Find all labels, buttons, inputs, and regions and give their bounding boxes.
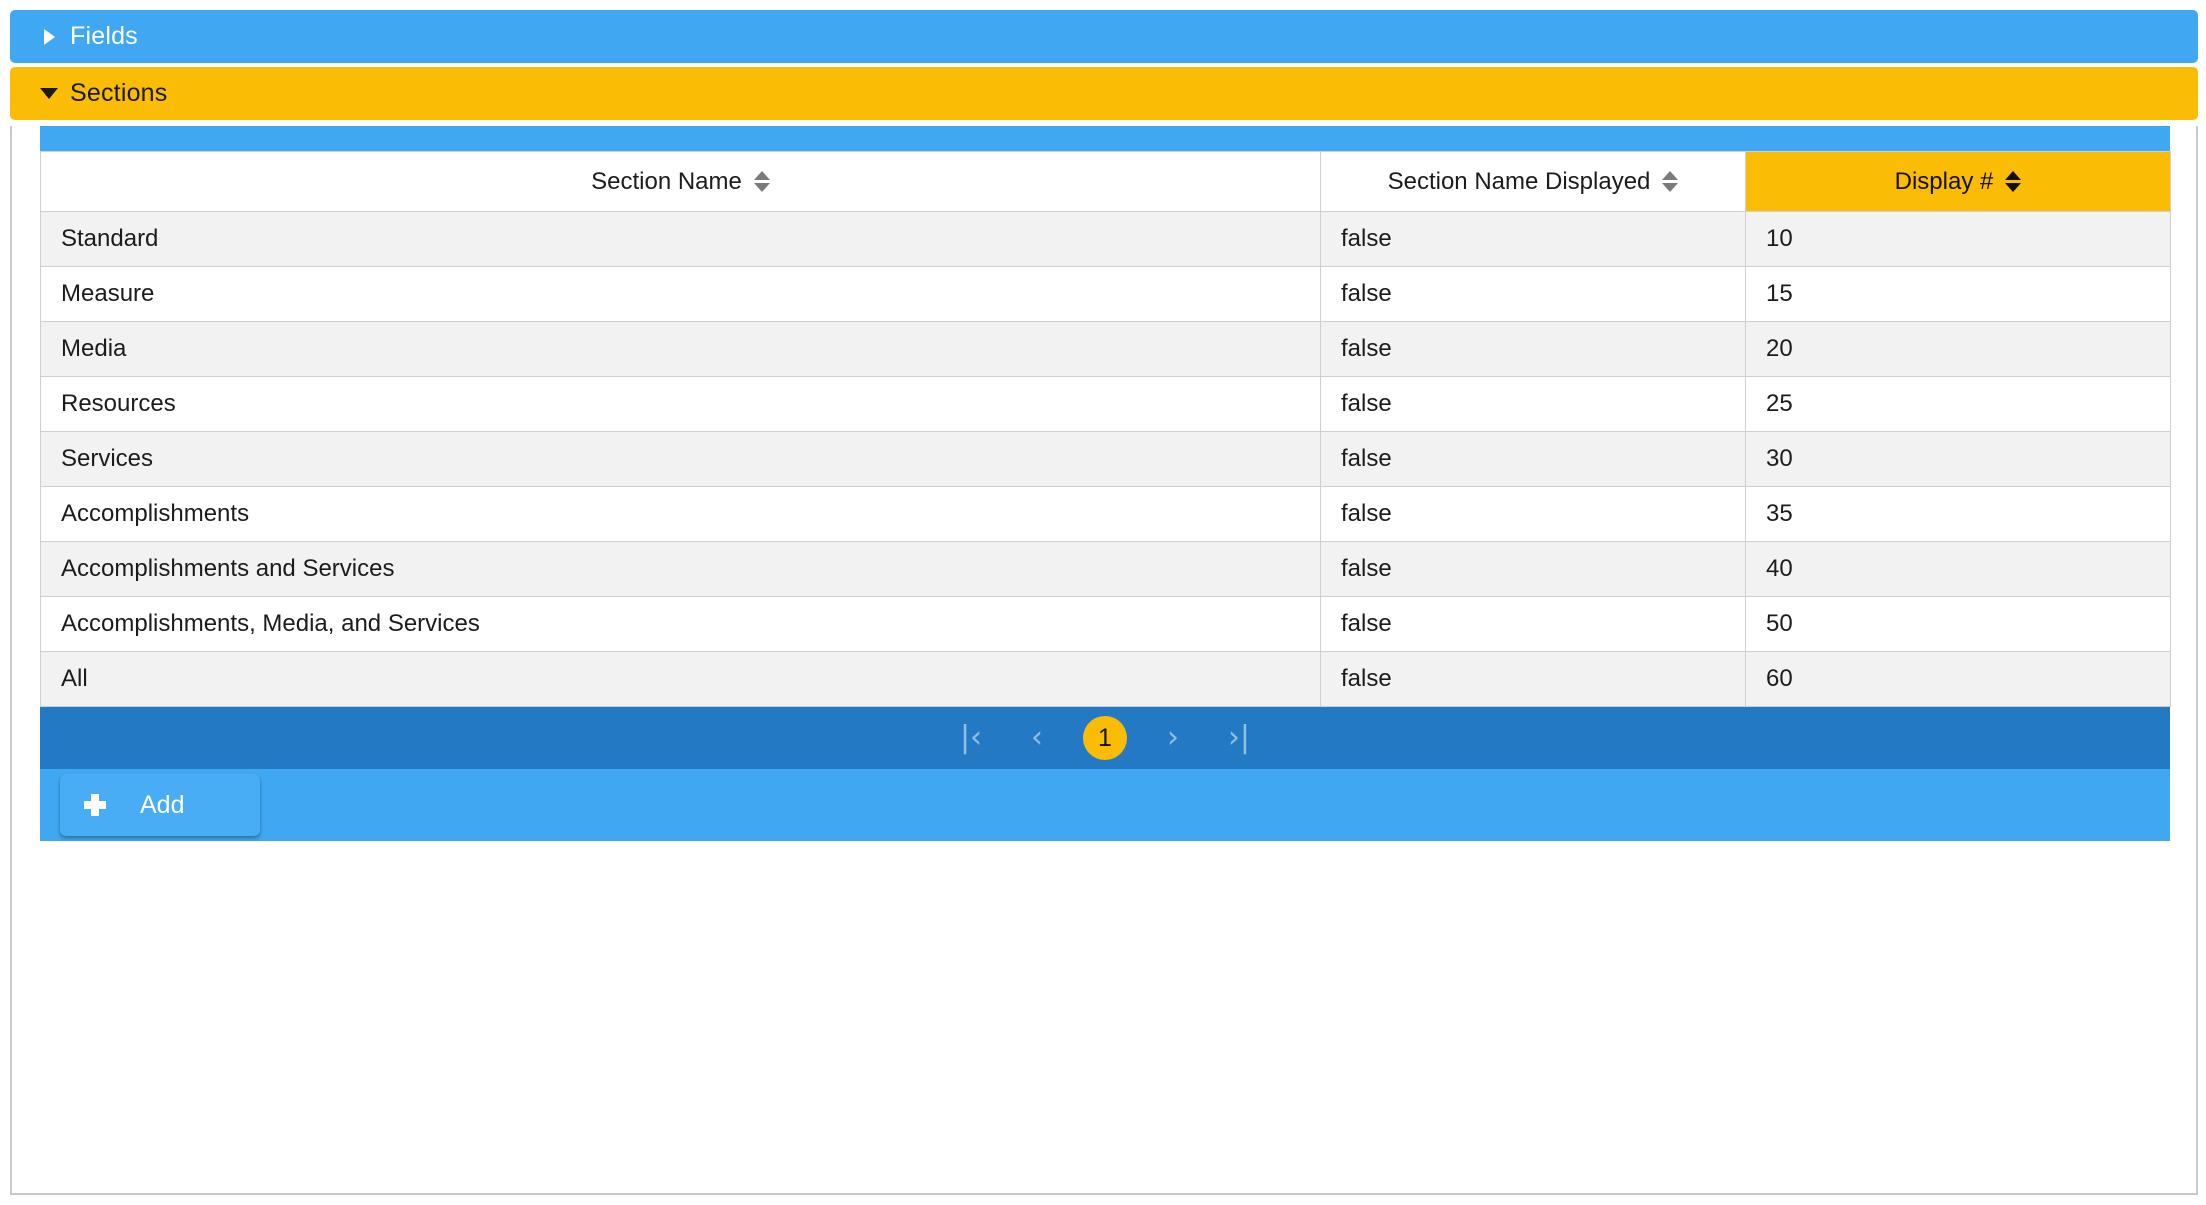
- cell-display-number: 30: [1745, 431, 2171, 487]
- table-row[interactable]: Accomplishments, Media, and Services fals…: [40, 596, 2171, 652]
- cell-display-number: 35: [1745, 486, 2171, 542]
- sort-updown-icon[interactable]: [753, 171, 770, 192]
- pagination-page-1[interactable]: 1: [1083, 716, 1127, 760]
- table-row[interactable]: Standard false 10: [40, 211, 2171, 267]
- sort-updown-icon[interactable]: [2005, 171, 2022, 192]
- accordion-header-fields[interactable]: Fields: [10, 10, 2198, 63]
- table-head: Section Name Section Name Displayed Disp…: [40, 151, 2171, 212]
- column-header-display-number[interactable]: Display #: [1745, 151, 2171, 212]
- accordion-label-sections: Sections: [70, 79, 168, 107]
- cell-section-name: All: [40, 651, 1321, 707]
- column-header-section-name-displayed[interactable]: Section Name Displayed: [1320, 151, 1746, 212]
- chevron-right-icon: [38, 28, 60, 45]
- pagination-last-button[interactable]: ›|: [1219, 718, 1259, 758]
- cell-section-name-displayed: false: [1320, 321, 1746, 377]
- column-header-label: Section Name: [591, 167, 742, 195]
- cell-display-number: 15: [1745, 266, 2171, 322]
- pagination-prev-button[interactable]: ‹: [1017, 718, 1057, 758]
- cell-section-name-displayed: false: [1320, 541, 1746, 597]
- cell-display-number: 20: [1745, 321, 2171, 377]
- cell-section-name-displayed: false: [1320, 651, 1746, 707]
- cell-section-name-displayed: false: [1320, 266, 1746, 322]
- cell-section-name: Standard: [40, 211, 1321, 267]
- table-row[interactable]: Resources false 25: [40, 376, 2171, 432]
- plus-icon: [84, 794, 106, 816]
- cell-section-name: Services: [40, 431, 1321, 487]
- table-row[interactable]: Services false 30: [40, 431, 2171, 487]
- cell-display-number: 60: [1745, 651, 2171, 707]
- cell-display-number: 50: [1745, 596, 2171, 652]
- pagination-bar: |‹ ‹ 1 › ›|: [40, 707, 2170, 769]
- sections-table: Section Name Section Name Displayed Disp…: [40, 151, 2171, 707]
- table-row[interactable]: Accomplishments and Services false 40: [40, 541, 2171, 597]
- table-row[interactable]: Measure false 15: [40, 266, 2171, 322]
- cell-section-name: Media: [40, 321, 1321, 377]
- column-header-section-name[interactable]: Section Name: [40, 151, 1321, 212]
- cell-section-name: Accomplishments and Services: [40, 541, 1321, 597]
- cell-section-name-displayed: false: [1320, 486, 1746, 542]
- cell-section-name: Measure: [40, 266, 1321, 322]
- grid-footer: Add: [40, 769, 2170, 841]
- sort-updown-icon[interactable]: [1662, 171, 1679, 192]
- cell-section-name: Accomplishments, Media, and Services: [40, 596, 1321, 652]
- cell-section-name-displayed: false: [1320, 596, 1746, 652]
- add-button-label: Add: [140, 790, 185, 819]
- cell-display-number: 40: [1745, 541, 2171, 597]
- cell-section-name-displayed: false: [1320, 376, 1746, 432]
- chevron-down-icon: [38, 88, 60, 99]
- accordion-header-sections[interactable]: Sections: [10, 67, 2198, 120]
- cell-display-number: 10: [1745, 211, 2171, 267]
- table-row[interactable]: Media false 20: [40, 321, 2171, 377]
- accordion-label-fields: Fields: [70, 22, 138, 50]
- sections-panel: Section Name Section Name Displayed Disp…: [10, 126, 2198, 1195]
- cell-section-name: Accomplishments: [40, 486, 1321, 542]
- pagination-first-button[interactable]: |‹: [951, 718, 991, 758]
- add-button[interactable]: Add: [60, 774, 260, 836]
- table-header-row: Section Name Section Name Displayed Disp…: [40, 151, 2171, 212]
- cell-section-name-displayed: false: [1320, 431, 1746, 487]
- table-row[interactable]: All false 60: [40, 651, 2171, 707]
- column-header-label: Display #: [1894, 167, 1994, 195]
- grid-toolbar: [40, 126, 2170, 151]
- sections-page: Fields Sections Section Name Section Nam…: [0, 0, 2206, 1205]
- cell-section-name: Resources: [40, 376, 1321, 432]
- cell-display-number: 25: [1745, 376, 2171, 432]
- cell-section-name-displayed: false: [1320, 211, 1746, 267]
- pagination-next-button[interactable]: ›: [1153, 718, 1193, 758]
- column-header-label: Section Name Displayed: [1387, 167, 1651, 195]
- sections-grid-wrapper: Section Name Section Name Displayed Disp…: [40, 126, 2171, 841]
- table-row[interactable]: Accomplishments false 35: [40, 486, 2171, 542]
- table-body: Standard false 10 Measure false 15 Media false 2…: [40, 211, 2171, 707]
